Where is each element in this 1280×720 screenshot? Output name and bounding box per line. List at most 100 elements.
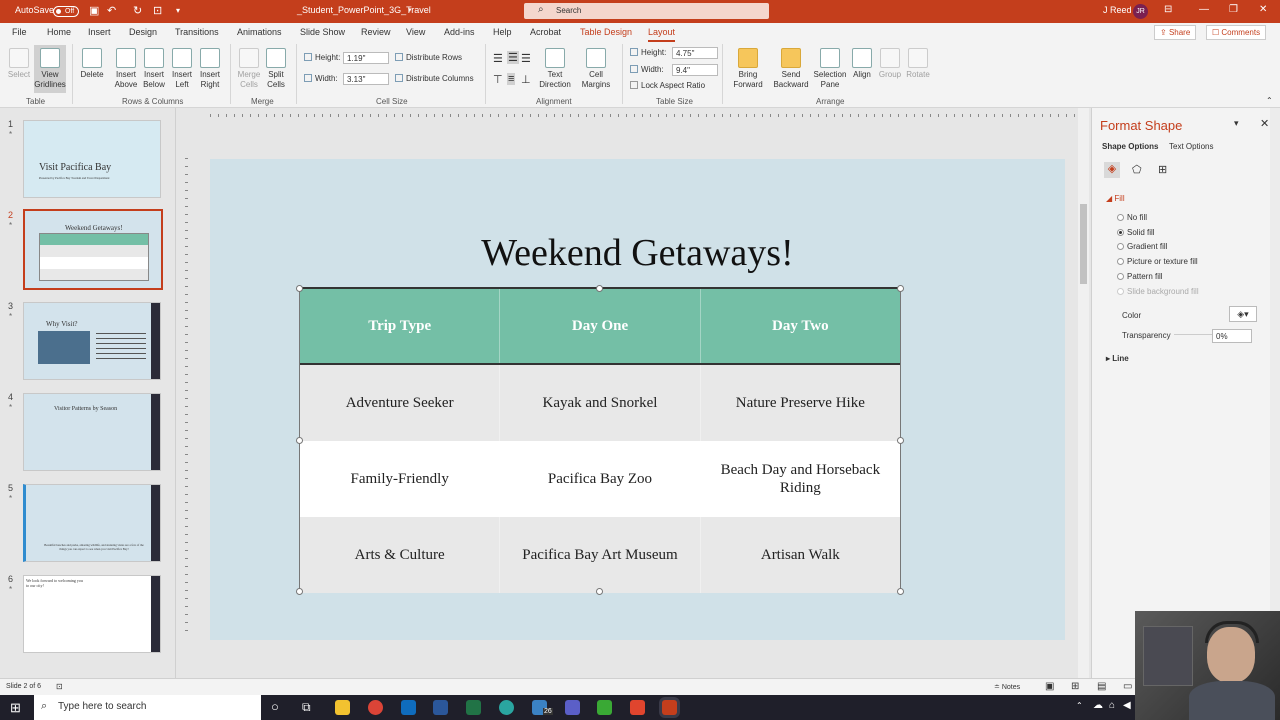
vertical-scrollbar[interactable] (1078, 108, 1089, 678)
slide-show-icon[interactable]: ▭ (1123, 681, 1132, 692)
slide-thumbnail-5[interactable]: Beautiful beaches and parks, amazing wil… (23, 484, 161, 562)
size-properties-icon[interactable]: ⊞ (1158, 163, 1167, 176)
lock-aspect-ratio-checkbox[interactable]: Lock Aspect Ratio (630, 81, 705, 90)
task-view-icon[interactable]: ⧉ (302, 700, 311, 715)
fill-color-picker[interactable]: ◈▾ (1229, 306, 1257, 322)
header-cell[interactable]: Trip Type (300, 289, 499, 363)
fill-line-icon[interactable]: ◈ (1104, 162, 1120, 178)
avatar[interactable]: JR (1133, 4, 1148, 19)
insert-left-button[interactable]: Insert Left (168, 48, 196, 90)
close-icon[interactable]: ✕ (1259, 4, 1267, 15)
no-fill-radio[interactable] (1117, 214, 1124, 221)
table-cell[interactable]: Adventure Seeker (300, 365, 499, 441)
group-button[interactable]: Group (876, 48, 904, 80)
resize-handle[interactable] (296, 285, 303, 292)
tab-file[interactable]: File (12, 27, 27, 37)
undo-icon[interactable]: ↶ (107, 4, 116, 17)
pattern-fill-radio[interactable] (1117, 273, 1124, 280)
tab-text-options[interactable]: Text Options (1169, 142, 1213, 151)
teams-icon[interactable] (565, 700, 580, 715)
distribute-rows-button[interactable]: Distribute Rows (395, 53, 462, 62)
powerpoint-icon[interactable] (662, 700, 677, 715)
text-direction-button[interactable]: Text Direction (535, 48, 575, 90)
file-explorer-icon[interactable] (335, 700, 350, 715)
taskbar-search[interactable]: ⌕ Type here to search (34, 695, 261, 720)
selection-pane-button[interactable]: Selection Pane (812, 48, 848, 90)
resize-handle[interactable] (596, 588, 603, 595)
chrome-icon[interactable] (368, 700, 383, 715)
solid-fill-radio[interactable] (1117, 229, 1124, 236)
tab-acrobat[interactable]: Acrobat (530, 27, 561, 37)
ribbon-display-icon[interactable]: ⊟ (1164, 4, 1172, 15)
transparency-input[interactable]: 0% (1212, 329, 1252, 343)
camtasia-icon[interactable] (597, 700, 612, 715)
cell-margins-button[interactable]: Cell Margins (576, 48, 616, 90)
search-box[interactable]: ⌕ Search (524, 3, 769, 19)
distribute-columns-button[interactable]: Distribute Columns (395, 74, 474, 83)
gradient-fill-radio[interactable] (1117, 243, 1124, 250)
share-button[interactable]: ⇪ Share (1154, 25, 1197, 40)
table-cell[interactable]: Kayak and Snorkel (499, 365, 699, 441)
tab-shape-options[interactable]: Shape Options (1102, 142, 1158, 151)
resize-handle[interactable] (296, 437, 303, 444)
select-button[interactable]: Select (5, 48, 33, 80)
outlook-icon[interactable] (401, 700, 416, 715)
slide-title[interactable]: Weekend Getaways! (210, 231, 1065, 275)
save-icon[interactable]: ▣ (89, 4, 99, 17)
edge-icon[interactable] (499, 700, 514, 715)
table-cell[interactable]: Pacifica Bay Zoo (499, 441, 699, 517)
table-cell[interactable]: Family-Friendly (300, 441, 499, 517)
snagit-icon[interactable] (630, 700, 645, 715)
notes-button[interactable]: ≐ Notes (994, 683, 1020, 691)
tab-transitions[interactable]: Transitions (175, 27, 219, 37)
table-cell[interactable]: Beach Day and Horseback Riding (699, 441, 900, 517)
windows-start-icon[interactable]: ⊞ (10, 700, 21, 716)
slide-sorter-icon[interactable]: ⊞ (1071, 681, 1079, 692)
align-center-icon[interactable]: ☰ (507, 51, 519, 64)
line-section-header[interactable]: ▸ Line (1106, 354, 1129, 363)
slide-thumbnail-2[interactable]: Weekend Getaways! (23, 209, 163, 290)
slide-canvas[interactable]: Weekend Getaways! Trip Type Day One Day … (210, 159, 1065, 640)
tab-view[interactable]: View (406, 27, 425, 37)
tab-table-design[interactable]: Table Design (580, 27, 632, 37)
bring-forward-button[interactable]: Bring Forward (727, 48, 769, 90)
align-right-icon[interactable]: ☰ (521, 52, 531, 65)
table-cell[interactable]: Pacifica Bay Art Museum (499, 517, 699, 593)
minimize-icon[interactable]: — (1199, 4, 1209, 15)
tab-design[interactable]: Design (129, 27, 157, 37)
send-backward-button[interactable]: Send Backward (769, 48, 813, 90)
pane-options-icon[interactable]: ▾ (1234, 118, 1239, 129)
accessibility-icon[interactable]: ⊡ (56, 682, 63, 691)
table[interactable]: Trip Type Day One Day Two Adventure Seek… (299, 287, 901, 593)
resize-handle[interactable] (596, 285, 603, 292)
delete-button[interactable]: Delete (78, 48, 106, 80)
pane-scrollbar[interactable] (1270, 108, 1280, 678)
tab-home[interactable]: Home (47, 27, 71, 37)
insert-above-button[interactable]: Insert Above (112, 48, 140, 90)
redo-icon[interactable]: ↻ (133, 4, 142, 17)
resize-handle[interactable] (897, 588, 904, 595)
slide-thumbnail-3[interactable]: Why Visit? (23, 302, 161, 380)
reading-view-icon[interactable]: ▤ (1097, 681, 1106, 692)
collapse-ribbon-icon[interactable]: ⌃ (1266, 96, 1273, 105)
normal-view-icon[interactable]: ▣ (1045, 681, 1054, 692)
table-cell[interactable]: Arts & Culture (300, 517, 499, 593)
slide-thumbnail-1[interactable]: Visit Pacifica Bay Presented by Pacifica… (23, 120, 161, 198)
table-cell[interactable]: Artisan Walk (699, 517, 900, 593)
word-icon[interactable] (433, 700, 448, 715)
slide-background-fill-radio[interactable] (1117, 288, 1124, 295)
align-left-icon[interactable]: ☰ (493, 52, 503, 65)
onedrive-icon[interactable]: ☁ (1093, 700, 1103, 711)
network-icon[interactable]: ⌂ (1109, 700, 1115, 711)
resize-handle[interactable] (296, 588, 303, 595)
merge-cells-button[interactable]: Merge Cells (235, 48, 263, 90)
present-icon[interactable]: ⊡ (153, 4, 162, 17)
split-cells-button[interactable]: Split Cells (262, 48, 290, 90)
cortana-icon[interactable]: ○ (271, 699, 279, 714)
tab-layout[interactable]: Layout (648, 27, 676, 42)
resize-handle[interactable] (897, 285, 904, 292)
excel-icon[interactable] (466, 700, 481, 715)
tab-add-ins[interactable]: Add-ins (444, 27, 475, 37)
table-cell[interactable]: Nature Preserve Hike (699, 365, 900, 441)
tab-animations[interactable]: Animations (237, 27, 282, 37)
